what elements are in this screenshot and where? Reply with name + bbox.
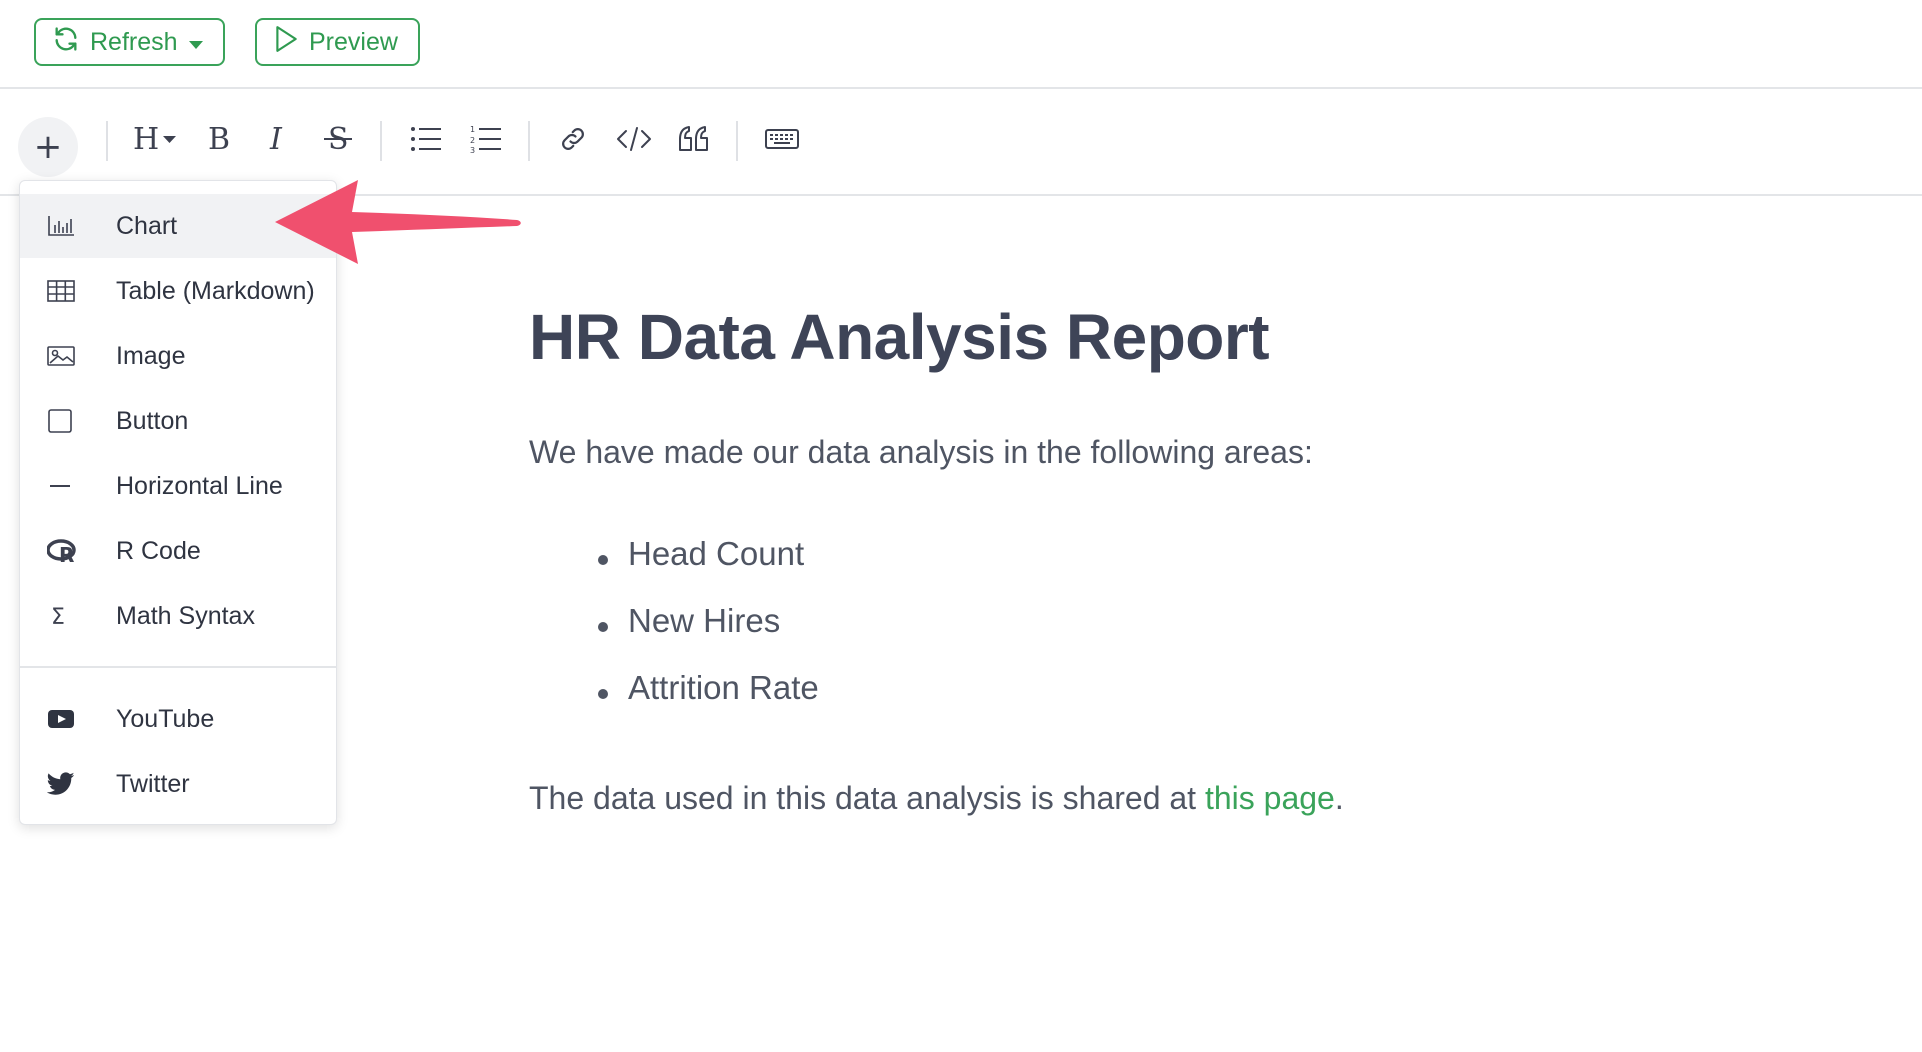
menu-item-label: R Code (116, 536, 201, 565)
toolbar-divider (380, 121, 382, 161)
caret-down-icon (188, 28, 204, 57)
italic-button[interactable]: I (264, 119, 294, 163)
menu-item-r-code[interactable]: R R Code (20, 519, 336, 583)
svg-text:I: I (269, 122, 283, 156)
menu-item-label: Chart (116, 211, 178, 240)
menu-item-button[interactable]: Button (20, 389, 336, 453)
menu-divider (20, 666, 336, 668)
refresh-icon (52, 25, 80, 60)
menu-item-label: Button (116, 406, 189, 435)
annotation-arrow (275, 180, 521, 264)
bullet-list-icon (410, 125, 442, 158)
refresh-label: Refresh (90, 27, 178, 56)
horizontal-line-icon (20, 473, 116, 499)
insert-menu: Chart Table (Markdown) Image Button Hori… (19, 180, 337, 825)
document-bullet-list: Head Count New Hires Attrition Rate (598, 535, 819, 736)
svg-text:3: 3 (470, 146, 475, 154)
numbered-list-button[interactable]: 1 2 3 (469, 119, 503, 163)
code-button[interactable] (614, 119, 654, 163)
play-icon (273, 25, 299, 60)
menu-item-label: Twitter (116, 769, 190, 798)
this-page-link[interactable]: this page (1205, 780, 1335, 816)
preview-label: Preview (309, 27, 398, 56)
italic-icon: I (266, 122, 292, 161)
menu-item-horizontal-line[interactable]: Horizontal Line (20, 454, 336, 518)
refresh-button[interactable]: Refresh (34, 18, 225, 66)
svg-text:B: B (208, 122, 230, 156)
numbered-list-icon: 1 2 3 (470, 124, 502, 159)
svg-text:1: 1 (470, 125, 475, 134)
menu-item-table[interactable]: Table (Markdown) (20, 259, 336, 323)
toolbar-divider (736, 121, 738, 161)
document-title: HR Data Analysis Report (529, 301, 1270, 373)
bullet-icon (598, 622, 608, 632)
menu-item-label: YouTube (116, 704, 215, 733)
list-item: Head Count (598, 535, 819, 602)
keyboard-icon (765, 127, 799, 156)
youtube-icon (20, 708, 116, 730)
strikethrough-icon: S (323, 122, 353, 161)
menu-item-label: Image (116, 341, 186, 370)
button-icon (20, 408, 116, 434)
insert-button[interactable]: + (18, 117, 78, 177)
table-icon (20, 279, 116, 303)
r-logo-icon: R (20, 538, 116, 564)
heading-button[interactable]: H (130, 119, 180, 163)
menu-item-label: Horizontal Line (116, 471, 283, 500)
bullet-list-button[interactable] (409, 119, 443, 163)
twitter-icon (20, 772, 116, 796)
menu-item-image[interactable]: Image (20, 324, 336, 388)
code-icon (616, 124, 652, 159)
bullet-icon (598, 555, 608, 565)
list-item: New Hires (598, 602, 819, 669)
top-bar: Refresh Preview (0, 0, 1922, 89)
menu-item-label: Math Syntax (116, 601, 255, 630)
quote-icon (678, 124, 710, 159)
menu-item-math-syntax[interactable]: Σ Math Syntax (20, 584, 336, 648)
quote-button[interactable] (677, 119, 711, 163)
menu-item-label: Table (Markdown) (116, 276, 315, 305)
menu-item-youtube[interactable]: YouTube (20, 687, 336, 751)
document-intro: We have made our data analysis in the fo… (529, 434, 1313, 470)
menu-item-twitter[interactable]: Twitter (20, 752, 336, 816)
sigma-icon: Σ (20, 603, 116, 629)
heading-icon: H (131, 122, 179, 161)
svg-text:Σ: Σ (51, 605, 65, 629)
svg-text:R: R (59, 543, 74, 564)
document-outro: The data used in this data analysis is s… (529, 780, 1344, 816)
plus-icon: + (33, 127, 63, 167)
link-button[interactable] (556, 119, 590, 163)
bold-icon: B (206, 122, 232, 161)
bullet-icon (598, 689, 608, 699)
keyboard-shortcuts-button[interactable] (764, 119, 800, 163)
list-item: Attrition Rate (598, 669, 819, 736)
toolbar-divider (528, 121, 530, 161)
svg-text:2: 2 (470, 136, 475, 145)
chart-icon (20, 214, 116, 238)
link-icon (558, 124, 588, 159)
svg-text:H: H (133, 122, 159, 156)
toolbar-divider (106, 121, 108, 161)
bold-button[interactable]: B (204, 119, 234, 163)
strikethrough-button[interactable]: S (322, 119, 354, 163)
preview-button[interactable]: Preview (255, 18, 420, 66)
image-icon (20, 345, 116, 367)
